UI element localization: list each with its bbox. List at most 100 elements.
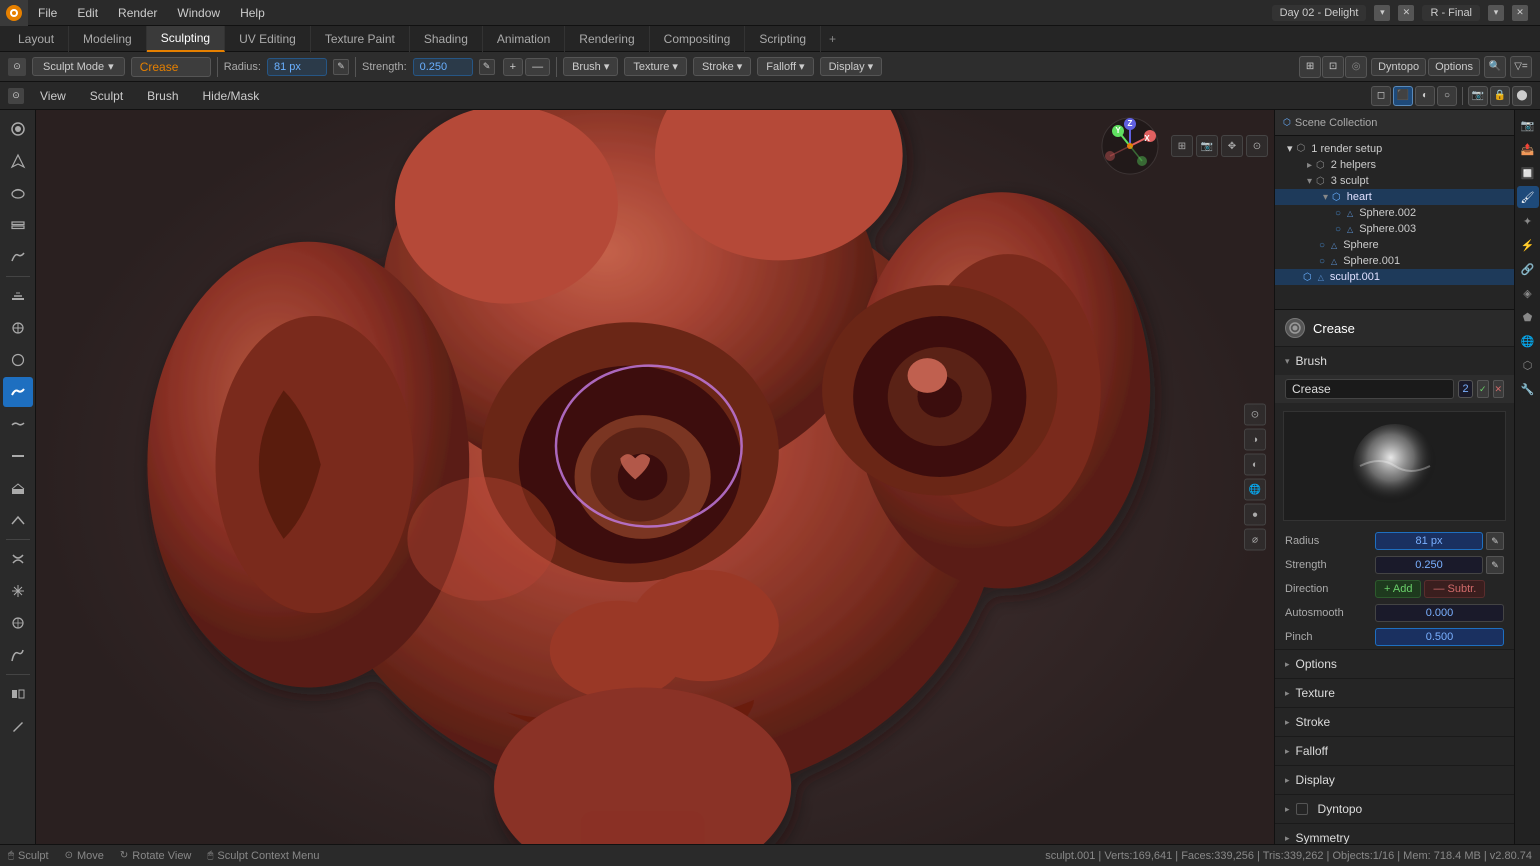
menu-help[interactable]: Help [230, 0, 275, 26]
tool-scrape[interactable] [3, 505, 33, 535]
filter-btn[interactable]: ▽= [1510, 56, 1532, 78]
strength-add[interactable]: + [503, 58, 523, 76]
overlay-icon-4[interactable]: 🌐 [1244, 479, 1266, 501]
tree-item-sphere002[interactable]: ○ △ Sphere.002 [1275, 205, 1514, 221]
brush-dropdown[interactable]: Brush▾ [563, 57, 618, 76]
autosmooth-value[interactable]: 0.000 [1375, 604, 1504, 622]
grid-btn[interactable]: ⊞ [1171, 135, 1193, 157]
radius-edit-icon[interactable]: ✎ [333, 59, 349, 75]
display-dropdown[interactable]: Display▾ [820, 57, 883, 76]
tab-icon-tools[interactable]: 🔧 [1517, 378, 1539, 400]
strength-edit-prop[interactable]: ✎ [1486, 556, 1504, 574]
tab-modeling[interactable]: Modeling [69, 26, 147, 52]
render-menu[interactable]: ▾ [1488, 5, 1504, 21]
tab-rendering[interactable]: Rendering [565, 26, 649, 52]
tool-flatten[interactable] [3, 441, 33, 471]
tab-icon-material[interactable]: ⬟ [1517, 306, 1539, 328]
crease-check[interactable]: ✓ [1477, 380, 1488, 398]
navigation-btn[interactable]: ⊙ [1246, 135, 1268, 157]
tool-annotate[interactable] [3, 711, 33, 741]
options-section-header[interactable]: ▸ Options [1275, 650, 1514, 678]
texture-dropdown[interactable]: Texture▾ [624, 57, 687, 76]
tool-clay-strips[interactable] [3, 210, 33, 240]
stroke-section-header[interactable]: ▸ Stroke [1275, 708, 1514, 736]
close-render[interactable]: ✕ [1512, 5, 1528, 21]
tool-draw[interactable] [3, 114, 33, 144]
camera-view[interactable]: 📷 [1468, 86, 1488, 106]
tool-mask[interactable] [3, 679, 33, 709]
dyntopo-section-header[interactable]: ▸ Dyntopo [1275, 795, 1514, 823]
tool-draw-sharp[interactable] [3, 146, 33, 176]
tool-grab[interactable] [3, 576, 33, 606]
tool-snake-hook[interactable] [3, 640, 33, 670]
dyntopo-checkbox[interactable] [1296, 803, 1308, 815]
tab-icon-constraints[interactable]: 🔗 [1517, 258, 1539, 280]
menu-file[interactable]: File [28, 0, 67, 26]
tool-blob[interactable] [3, 345, 33, 375]
tree-item-collection[interactable]: ▾ ⬡ 1 render setup [1275, 140, 1514, 157]
tab-scripting[interactable]: Scripting [745, 26, 821, 52]
search-btn[interactable]: 🔍 [1484, 56, 1506, 78]
tool-inflate[interactable] [3, 313, 33, 343]
tree-item-sphere003[interactable]: ○ △ Sphere.003 [1275, 221, 1514, 237]
tab-texture-paint[interactable]: Texture Paint [311, 26, 410, 52]
symmetry-section-header[interactable]: ▸ Symmetry [1275, 824, 1514, 844]
radius-value[interactable]: 81 px [267, 58, 327, 76]
blender-logo[interactable] [0, 0, 28, 26]
sculpt-mode-dropdown[interactable]: Sculpt Mode▾ [32, 57, 125, 76]
tab-icon-object[interactable]: ⬡ [1517, 354, 1539, 376]
add-workspace-button[interactable]: + [821, 32, 844, 46]
wireframe-mode[interactable]: ◻ [1371, 86, 1391, 106]
menu-window[interactable]: Window [167, 0, 230, 26]
strength-value-prop[interactable]: 0.250 [1375, 556, 1483, 574]
tab-icon-active[interactable]: 🖌 [1517, 186, 1539, 208]
viewport[interactable]: X Y Z ⊞ � [36, 110, 1274, 844]
strength-sub[interactable]: — [525, 58, 550, 76]
overlay-icon-1[interactable]: ⊙ [1244, 404, 1266, 426]
tool-layer[interactable] [3, 281, 33, 311]
proportional-btn[interactable]: ◎ [1345, 56, 1367, 78]
tab-icon-view[interactable]: 🔲 [1517, 162, 1539, 184]
tree-item-sphere001[interactable]: ○ △ Sphere.001 [1275, 253, 1514, 269]
tab-icon-render[interactable]: 📷 [1517, 114, 1539, 136]
tool-elastic-grab[interactable] [3, 608, 33, 638]
tree-item-heart[interactable]: ▾ ⬡ heart [1275, 189, 1514, 205]
dyntopo-btn[interactable]: Dyntopo [1371, 58, 1426, 76]
menu-edit[interactable]: Edit [67, 0, 108, 26]
strength-value[interactable]: 0.250 [413, 58, 473, 76]
overlay-icon-6[interactable]: ⌀ [1244, 529, 1266, 551]
tab-icon-output[interactable]: 📤 [1517, 138, 1539, 160]
tree-item-sphere[interactable]: ○ △ Sphere [1275, 237, 1514, 253]
tree-item-sculpt-group[interactable]: ▾ ⬡ 3 sculpt [1275, 173, 1514, 189]
stroke-dropdown[interactable]: Stroke▾ [693, 57, 751, 76]
tool-clay-thumb[interactable] [3, 242, 33, 272]
tool-smooth[interactable] [3, 409, 33, 439]
tab-layout[interactable]: Layout [4, 26, 69, 52]
tool-crease[interactable] [3, 377, 33, 407]
tab-shading[interactable]: Shading [410, 26, 483, 52]
sculpt-menu[interactable]: Sculpt [82, 87, 131, 105]
direction-sub-btn[interactable]: — Subtr. [1424, 580, 1485, 598]
pinch-value[interactable]: 0.500 [1375, 628, 1504, 646]
radius-value-prop[interactable]: 81 px [1375, 532, 1483, 550]
radius-edit[interactable]: ✎ [1486, 532, 1504, 550]
texture-section-header[interactable]: ▸ Texture [1275, 679, 1514, 707]
strength-edit-icon[interactable]: ✎ [479, 59, 495, 75]
direction-add-btn[interactable]: + Add [1375, 580, 1421, 598]
hidemask-menu[interactable]: Hide/Mask [195, 87, 268, 105]
solid-mode[interactable]: ⬛ [1393, 86, 1413, 106]
tab-animation[interactable]: Animation [483, 26, 565, 52]
tab-icon-data[interactable]: ◈ [1517, 282, 1539, 304]
crease-x[interactable]: ✕ [1493, 380, 1504, 398]
viewport-overlay-btn[interactable]: ⬤ [1512, 86, 1532, 106]
tab-icon-physics[interactable]: ⚡ [1517, 234, 1539, 256]
material-mode[interactable]: ◐ [1415, 86, 1435, 106]
tool-pinch[interactable] [3, 544, 33, 574]
options-btn[interactable]: Options [1428, 58, 1480, 76]
display-section-header[interactable]: ▸ Display [1275, 766, 1514, 794]
menu-render[interactable]: Render [108, 0, 167, 26]
close-scene[interactable]: ✕ [1398, 5, 1414, 21]
tab-icon-particles[interactable]: ✦ [1517, 210, 1539, 232]
crease-name-input[interactable] [1285, 379, 1454, 399]
rendered-mode[interactable]: ○ [1437, 86, 1457, 106]
